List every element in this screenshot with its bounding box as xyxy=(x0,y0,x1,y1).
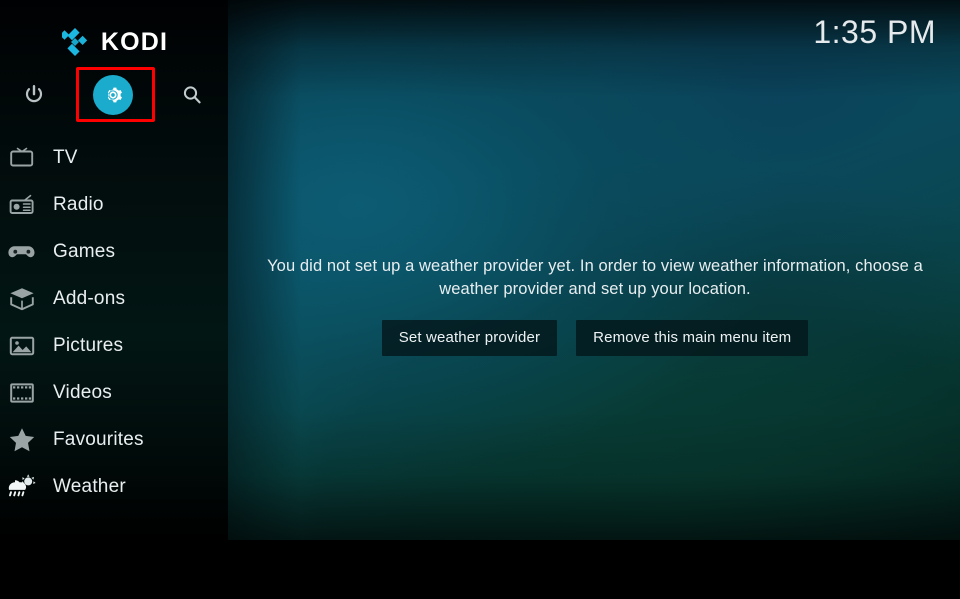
sidebar-item-label: Videos xyxy=(53,381,112,403)
radio-icon xyxy=(5,181,39,228)
kodi-diamond-logo-icon xyxy=(61,28,88,56)
clock: 1:35 PM xyxy=(813,14,936,50)
sidebar-item-pictures[interactable]: Pictures xyxy=(0,322,228,369)
sidebar-item-label: Favourites xyxy=(53,428,144,450)
sidebar: KODI TV Radio Games Add-ons Pictures Vid… xyxy=(0,0,228,540)
weather-setup-message: You did not set up a weather provider ye… xyxy=(267,257,923,299)
app-logo-text: KODI xyxy=(100,27,169,56)
weather-setup-message-block: You did not set up a weather provider ye… xyxy=(242,255,948,356)
star-icon xyxy=(5,416,39,463)
film-strip-icon xyxy=(5,369,39,416)
weather-cloud-sun-icon xyxy=(5,463,39,510)
power-icon xyxy=(25,85,43,103)
addon-box-icon xyxy=(5,275,39,322)
sidebar-item-favourites[interactable]: Favourites xyxy=(0,416,228,463)
remove-main-menu-item-button[interactable]: Remove this main menu item xyxy=(576,319,809,356)
main-menu: TV Radio Games Add-ons Pictures Videos F… xyxy=(0,134,228,510)
kodi-home-screen: KODI TV Radio Games Add-ons Pictures Vid… xyxy=(0,0,960,599)
action-button-row: Set weather provider Remove this main me… xyxy=(242,319,948,356)
settings-button-circle xyxy=(93,75,133,115)
sidebar-item-label: Weather xyxy=(53,475,126,497)
sidebar-item-radio[interactable]: Radio xyxy=(0,181,228,228)
sidebar-item-add-ons[interactable]: Add-ons xyxy=(0,275,228,322)
tv-icon xyxy=(5,134,39,181)
settings-button[interactable] xyxy=(86,68,140,122)
sidebar-item-label: Add-ons xyxy=(53,287,126,309)
sidebar-item-label: Games xyxy=(53,240,116,262)
sidebar-item-weather[interactable]: Weather xyxy=(0,463,228,510)
sidebar-item-label: TV xyxy=(53,146,78,168)
letterbox-bottom-bar xyxy=(0,540,960,599)
picture-icon xyxy=(5,322,39,369)
app-logo: KODI xyxy=(0,22,228,62)
sidebar-item-games[interactable]: Games xyxy=(0,228,228,275)
gamepad-icon xyxy=(5,228,39,275)
sidebar-item-videos[interactable]: Videos xyxy=(0,369,228,416)
sidebar-item-label: Radio xyxy=(53,193,104,215)
settings-gear-icon xyxy=(107,87,122,103)
sidebar-item-tv[interactable]: TV xyxy=(0,134,228,181)
set-weather-provider-button[interactable]: Set weather provider xyxy=(381,319,558,356)
sidebar-top-icon-row xyxy=(0,68,228,122)
power-button[interactable] xyxy=(7,68,61,122)
search-icon xyxy=(183,86,201,104)
sidebar-item-label: Pictures xyxy=(53,334,124,356)
search-button[interactable] xyxy=(165,68,219,122)
